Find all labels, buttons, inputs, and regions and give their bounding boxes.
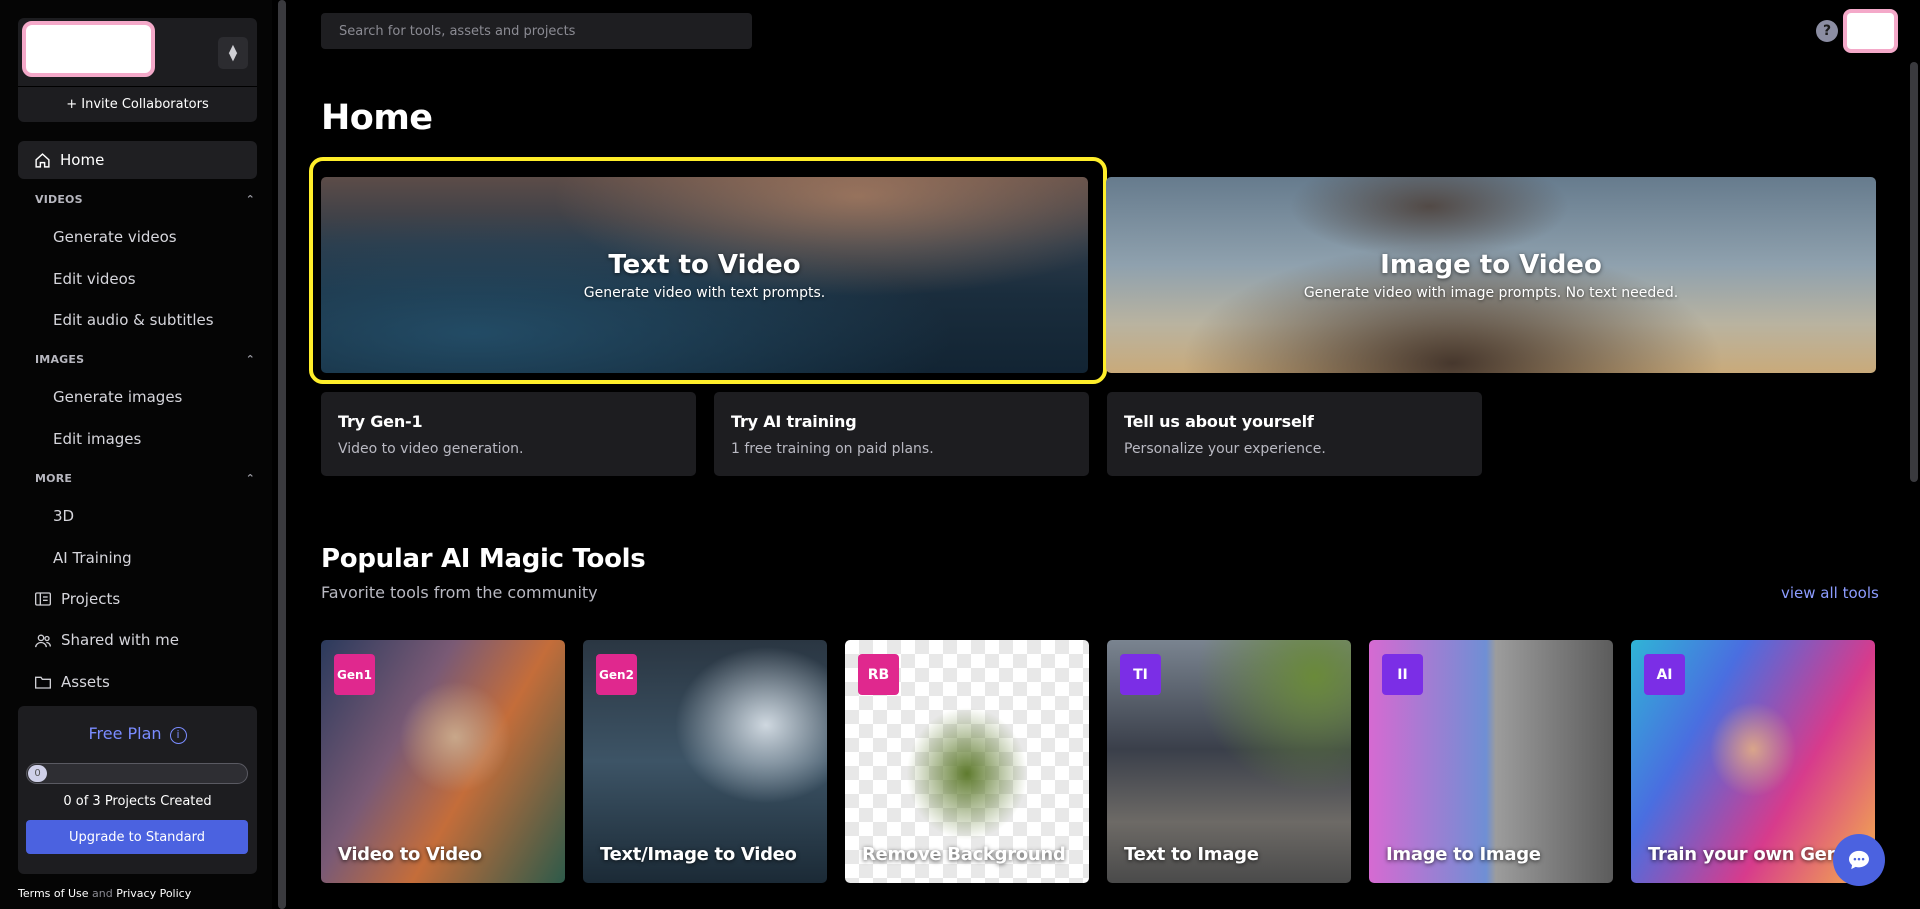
tool-card-remove-background[interactable]: RB Remove Background bbox=[845, 640, 1089, 883]
workspace-switch-icon[interactable]: ▲ ▼ bbox=[218, 37, 248, 69]
sidebar-item-generate-images[interactable]: Generate images bbox=[53, 388, 182, 406]
chevron-up-icon: ⌃ bbox=[245, 353, 255, 366]
plan-card: Free Plan i 0 0 of 3 Projects Created Upg… bbox=[18, 706, 257, 874]
sidebar-item-projects[interactable]: Projects bbox=[35, 590, 120, 608]
tool-card-video-to-video[interactable]: Gen1 Video to Video bbox=[321, 640, 565, 883]
sidebar-item-label: Home bbox=[60, 151, 105, 169]
section-images[interactable]: IMAGES ⌃ bbox=[35, 353, 255, 366]
chat-icon bbox=[1849, 850, 1869, 870]
legal-links: Terms of Use and Privacy Policy bbox=[18, 887, 192, 900]
sidebar-item-3d[interactable]: 3D bbox=[53, 507, 74, 525]
sidebar-item-shared[interactable]: Shared with me bbox=[35, 631, 179, 649]
chevron-up-icon: ⌃ bbox=[245, 472, 255, 485]
sidebar: ▲ ▼ + Invite Collaborators Home VIDEOS ⌃ … bbox=[0, 0, 272, 909]
sidebar-item-edit-images[interactable]: Edit images bbox=[53, 430, 141, 448]
sidebar-item-ai-training[interactable]: AI Training bbox=[53, 549, 132, 567]
tool-badge: TI bbox=[1120, 654, 1161, 695]
main-scrollbar[interactable] bbox=[1910, 62, 1918, 482]
tool-card-text-to-image[interactable]: TI Text to Image bbox=[1107, 640, 1351, 883]
tool-badge: AI bbox=[1644, 654, 1685, 695]
section-videos[interactable]: VIDEOS ⌃ bbox=[35, 193, 255, 206]
workspace-card: ▲ ▼ + Invite Collaborators bbox=[18, 18, 257, 122]
tool-label: Image to Image bbox=[1386, 844, 1541, 865]
promo-card-about-yourself[interactable]: Tell us about yourself Personalize your … bbox=[1107, 392, 1482, 476]
promo-subtitle: 1 free training on paid plans. bbox=[731, 441, 934, 457]
chat-button[interactable] bbox=[1833, 834, 1885, 886]
tool-badge: Gen2 bbox=[596, 654, 637, 695]
sidebar-scrollbar[interactable] bbox=[278, 0, 286, 909]
hero-subtitle: Generate video with image prompts. No te… bbox=[1303, 284, 1679, 301]
plan-title: Free Plan i bbox=[18, 724, 257, 744]
highlight-outline bbox=[309, 157, 1107, 384]
tool-label: Remove Background bbox=[862, 844, 1066, 865]
sidebar-item-home[interactable]: Home bbox=[18, 141, 257, 179]
privacy-link[interactable]: Privacy Policy bbox=[116, 887, 191, 900]
promo-card-ai-training[interactable]: Try AI training 1 free training on paid … bbox=[714, 392, 1089, 476]
invite-collaborators-button[interactable]: + Invite Collaborators bbox=[18, 86, 257, 122]
sidebar-item-assets[interactable]: Assets bbox=[35, 673, 110, 691]
tools-section-title: Popular AI Magic Tools bbox=[321, 544, 646, 574]
tool-card-image-to-image[interactable]: II Image to Image bbox=[1369, 640, 1613, 883]
view-all-tools-link[interactable]: view all tools bbox=[1781, 584, 1879, 602]
tool-label: Text to Image bbox=[1124, 844, 1259, 865]
sidebar-item-generate-videos[interactable]: Generate videos bbox=[53, 228, 177, 246]
sidebar-item-edit-audio[interactable]: Edit audio & subtitles bbox=[53, 311, 214, 329]
tool-badge: II bbox=[1382, 654, 1423, 695]
promo-title: Try AI training bbox=[731, 412, 857, 431]
page-title: Home bbox=[321, 98, 433, 138]
image-to-video-card[interactable]: Image to Video Generate video with image… bbox=[1106, 177, 1876, 373]
promo-card-gen1[interactable]: Try Gen-1 Video to video generation. bbox=[321, 392, 696, 476]
search-bar[interactable] bbox=[321, 13, 752, 49]
progress-value: 0 bbox=[28, 765, 47, 782]
tool-card-text-image-to-video[interactable]: Gen2 Text/Image to Video bbox=[583, 640, 827, 883]
tools-section-subtitle: Favorite tools from the community bbox=[321, 583, 598, 602]
promo-title: Try Gen-1 bbox=[338, 412, 423, 431]
tool-badge: RB bbox=[858, 654, 899, 695]
sidebar-item-edit-videos[interactable]: Edit videos bbox=[53, 270, 136, 288]
promo-title: Tell us about yourself bbox=[1124, 412, 1314, 431]
upgrade-button[interactable]: Upgrade to Standard bbox=[26, 820, 248, 854]
projects-count: 0 of 3 Projects Created bbox=[63, 794, 212, 809]
users-icon bbox=[35, 633, 51, 647]
terms-link[interactable]: Terms of Use bbox=[18, 887, 89, 900]
tool-label: Text/Image to Video bbox=[600, 844, 797, 865]
info-icon[interactable]: i bbox=[169, 727, 187, 744]
promo-subtitle: Video to video generation. bbox=[338, 441, 524, 457]
projects-progress-bar: 0 bbox=[26, 763, 248, 784]
search-input[interactable] bbox=[339, 23, 752, 39]
home-icon bbox=[35, 152, 50, 168]
promo-subtitle: Personalize your experience. bbox=[1124, 441, 1326, 457]
workspace-logo[interactable] bbox=[22, 21, 155, 77]
hero-title: Image to Video bbox=[1380, 249, 1602, 280]
projects-icon bbox=[35, 592, 51, 606]
section-more[interactable]: MORE ⌃ bbox=[35, 472, 255, 485]
avatar[interactable] bbox=[1843, 9, 1898, 53]
tool-label: Video to Video bbox=[338, 844, 482, 865]
tool-badge: Gen1 bbox=[334, 654, 375, 695]
chevron-up-icon: ⌃ bbox=[245, 193, 255, 206]
help-icon[interactable]: ? bbox=[1816, 20, 1838, 42]
folder-icon bbox=[35, 676, 51, 689]
